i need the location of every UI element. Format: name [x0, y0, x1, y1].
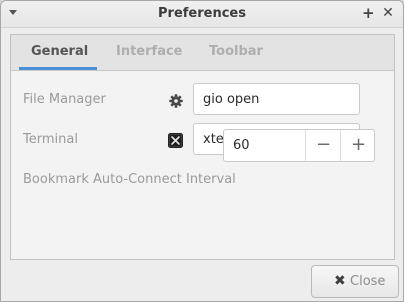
title-bar: Preferences + ✕	[1, 1, 403, 28]
file-manager-label: File Manager	[23, 92, 106, 107]
tab-strip: General Interface Toolbar	[11, 35, 394, 71]
window-title: Preferences	[158, 6, 246, 21]
tab-toolbar[interactable]: Toolbar	[209, 44, 263, 59]
file-manager-field[interactable]	[193, 83, 360, 115]
tab-interface[interactable]: Interface	[116, 44, 183, 59]
close-button-label: Close	[350, 274, 386, 289]
tab-general[interactable]: General	[31, 44, 88, 59]
bookmark-interval-spinbutton[interactable]: 60 − +	[223, 129, 375, 162]
close-window-button[interactable]: ✕	[381, 4, 395, 22]
active-tab-indicator	[19, 67, 97, 70]
maximize-button[interactable]: +	[362, 4, 375, 22]
bookmark-interval-value[interactable]: 60	[224, 130, 304, 161]
decrement-button[interactable]: −	[305, 130, 341, 161]
terminal-icon	[168, 133, 183, 148]
close-button[interactable]: ✖ Close	[311, 265, 399, 298]
bookmark-interval-label: Bookmark Auto-Connect Interval	[23, 172, 236, 187]
increment-button[interactable]: +	[340, 130, 374, 161]
terminal-label: Terminal	[23, 132, 78, 147]
close-icon: ✖	[334, 273, 346, 289]
preferences-window: Preferences + ✕ General Interface Toolba…	[0, 0, 404, 302]
gear-icon	[169, 94, 183, 108]
